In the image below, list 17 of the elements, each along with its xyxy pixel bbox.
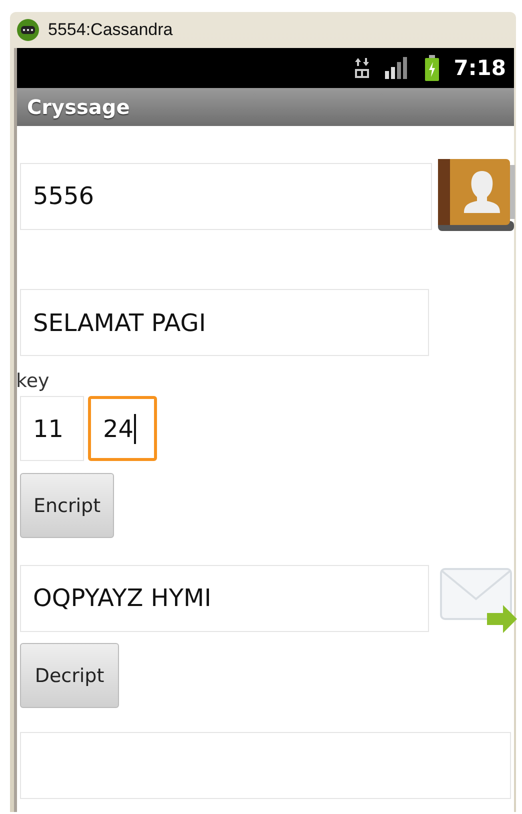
key-label: key bbox=[16, 370, 50, 392]
result-field[interactable] bbox=[20, 732, 511, 799]
message-field[interactable]: SELAMAT PAGI bbox=[20, 289, 429, 356]
window-title: 5554:Cassandra bbox=[48, 20, 173, 40]
recipient-field[interactable]: 5556 bbox=[20, 162, 432, 230]
clock: 7:18 bbox=[454, 56, 506, 80]
battery-icon bbox=[424, 55, 440, 81]
contacts-book-icon[interactable] bbox=[436, 157, 516, 233]
encrypt-button[interactable]: Encript bbox=[20, 473, 114, 538]
network-3g-icon bbox=[354, 57, 370, 79]
key-field[interactable]: 11 bbox=[20, 396, 84, 461]
cipher-field[interactable]: OQPYAYZ HYMI bbox=[20, 564, 429, 632]
signal-icon bbox=[384, 57, 410, 79]
key-field[interactable]: 24 bbox=[88, 396, 157, 461]
decrypt-button[interactable]: Decript bbox=[20, 643, 119, 708]
robot-icon bbox=[16, 18, 40, 42]
app-title: Cryssage bbox=[27, 95, 130, 119]
